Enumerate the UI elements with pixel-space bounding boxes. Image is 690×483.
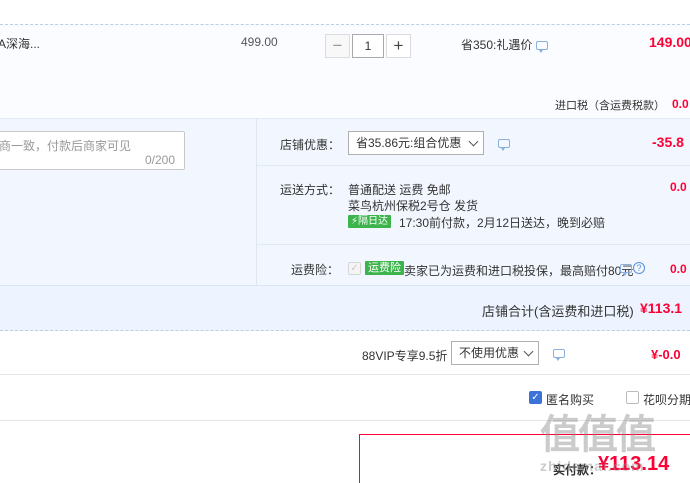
- freight-insurance-label: 运费险：: [291, 263, 340, 277]
- site-watermark: 值值值: [540, 413, 656, 457]
- vip-discount-selected: 不使用优惠: [459, 346, 520, 360]
- row-divider: [257, 165, 690, 166]
- item-unit-price: 499.00: [241, 35, 278, 49]
- delivery-promise: 17:30前付款，2月12日送达，晚到必赔: [399, 216, 606, 230]
- next-day-badge-text: 隔日达: [358, 216, 389, 227]
- check-icon: ✓: [531, 392, 540, 403]
- lightning-icon: ⚡: [351, 216, 359, 227]
- shipping-method: 普通配送 运费 免邮: [348, 183, 451, 197]
- vip-discount-label: 88VIP专享9.5折: [362, 349, 448, 363]
- item-promo-text: 省350:礼遇价: [461, 38, 533, 52]
- store-discount-select[interactable]: 省35.86元:组合优惠: [348, 131, 484, 155]
- item-name[interactable]: A深海...: [0, 35, 40, 52]
- shipping-amount: 0.0: [670, 180, 687, 194]
- check-icon: ✓: [350, 263, 359, 274]
- chevron-down-icon: [523, 346, 534, 357]
- item-subtotal: 149.00: [649, 34, 690, 50]
- chat-bubble-icon[interactable]: [553, 349, 565, 361]
- row-divider: [257, 244, 690, 245]
- store-discount-label: 店铺优惠：: [280, 138, 341, 152]
- quantity-increment-button[interactable]: +: [386, 34, 411, 58]
- freight-insurance-amount: 0.0: [670, 262, 687, 276]
- shipping-warehouse: 菜鸟杭州保税2号仓 发货: [348, 199, 479, 213]
- quantity-decrement-button[interactable]: −: [325, 34, 350, 58]
- chat-bubble-icon[interactable]: [620, 264, 632, 276]
- freight-insurance-badge: 运费险: [365, 261, 404, 275]
- store-discount-amount: -35.8: [652, 134, 684, 150]
- chat-bubble-icon[interactable]: [536, 41, 548, 53]
- chat-bubble-icon[interactable]: [498, 139, 510, 151]
- quantity-input[interactable]: 1: [352, 34, 384, 58]
- freight-insurance-text: 卖家已为运费和进口税投保，最高赔付80元: [404, 264, 634, 278]
- store-discount-selected: 省35.86元:组合优惠: [356, 136, 462, 150]
- buyer-message-placeholder: 商一致，付款后商家可见: [0, 139, 132, 153]
- site-watermark-url: zhidemai.com: [540, 458, 645, 474]
- shipping-label: 运送方式：: [280, 183, 341, 197]
- vip-discount-amount: ¥-0.0: [651, 347, 681, 362]
- chevron-down-icon: [468, 136, 479, 147]
- buyer-message-counter: 0/200: [145, 153, 176, 167]
- section-divider: [0, 374, 690, 375]
- freight-insurance-checkbox: ✓: [348, 262, 361, 275]
- store-total-label: 店铺合计(含运费和进口税): [482, 304, 634, 319]
- import-tax-value: 0.0: [672, 97, 689, 111]
- import-tax-label: 进口税（含运费税款）: [555, 100, 665, 112]
- help-icon[interactable]: ?: [633, 262, 645, 274]
- vip-discount-select[interactable]: 不使用优惠: [451, 341, 539, 365]
- store-total-value: ¥113.1: [640, 300, 683, 316]
- options-divider: [256, 118, 257, 285]
- next-day-badge: ⚡隔日达: [348, 215, 392, 228]
